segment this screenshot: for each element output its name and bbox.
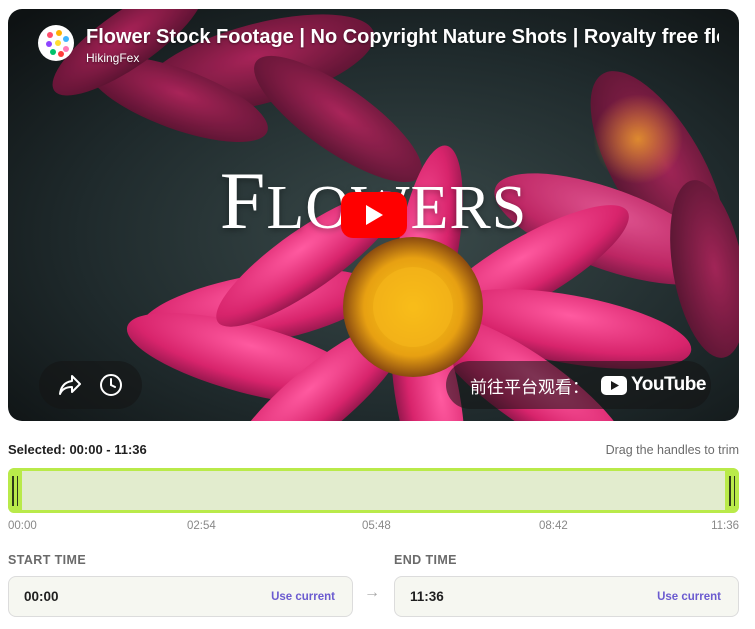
selected-range: 00:00 - 11:36 [69, 442, 147, 457]
end-time-field[interactable]: 11:36 Use current [394, 576, 739, 617]
trim-start-handle[interactable] [8, 468, 22, 513]
play-icon [366, 205, 383, 225]
start-time-field[interactable]: 00:00 Use current [8, 576, 353, 617]
tick-label: 11:36 [711, 520, 739, 532]
tick-label: 08:42 [539, 520, 568, 532]
channel-avatar[interactable] [38, 25, 74, 61]
video-player[interactable]: FLOWERS Flower Stock Footage | No Copyri… [8, 9, 739, 421]
play-button[interactable] [341, 192, 407, 238]
start-use-current-button[interactable]: Use current [271, 591, 335, 603]
watch-on-youtube-button[interactable]: 前往平台观看： YouTube [446, 361, 711, 409]
tick-label: 00:00 [8, 520, 37, 532]
clock-icon [100, 374, 123, 396]
start-time-label: START TIME [8, 553, 87, 567]
end-use-current-button[interactable]: Use current [657, 591, 721, 603]
youtube-logo: YouTube [601, 374, 706, 396]
selection-summary: Selected: 00:00 - 11:36 Drag the handles… [8, 442, 739, 457]
tick-label: 02:54 [187, 520, 216, 532]
start-time-value[interactable]: 00:00 [24, 589, 59, 604]
overlay-first-letter: F [219, 155, 267, 246]
tick-label: 05:48 [362, 520, 391, 532]
player-controls [39, 361, 142, 409]
channel-name[interactable]: HikingFex [86, 51, 719, 65]
trim-end-handle[interactable] [725, 468, 739, 513]
youtube-wordmark: YouTube [631, 374, 706, 395]
video-header: Flower Stock Footage | No Copyright Natu… [38, 25, 719, 65]
trim-hint: Drag the handles to trim [605, 442, 739, 457]
share-icon [58, 375, 81, 395]
selected-label: Selected: [8, 442, 66, 457]
timeline-ticks: 00:00 02:54 05:48 08:42 11:36 [8, 520, 739, 534]
end-time-label: END TIME [394, 553, 457, 567]
watch-on-label: 前往平台观看： [470, 377, 589, 398]
youtube-play-icon [601, 375, 627, 395]
trim-track[interactable] [8, 468, 739, 513]
selected-range-text: Selected: 00:00 - 11:36 [8, 442, 147, 457]
arrow-right-icon: → [364, 584, 380, 601]
watch-later-button[interactable] [99, 373, 123, 397]
end-time-value[interactable]: 11:36 [410, 589, 444, 604]
share-button[interactable] [58, 374, 82, 396]
video-title[interactable]: Flower Stock Footage | No Copyright Natu… [86, 25, 719, 49]
